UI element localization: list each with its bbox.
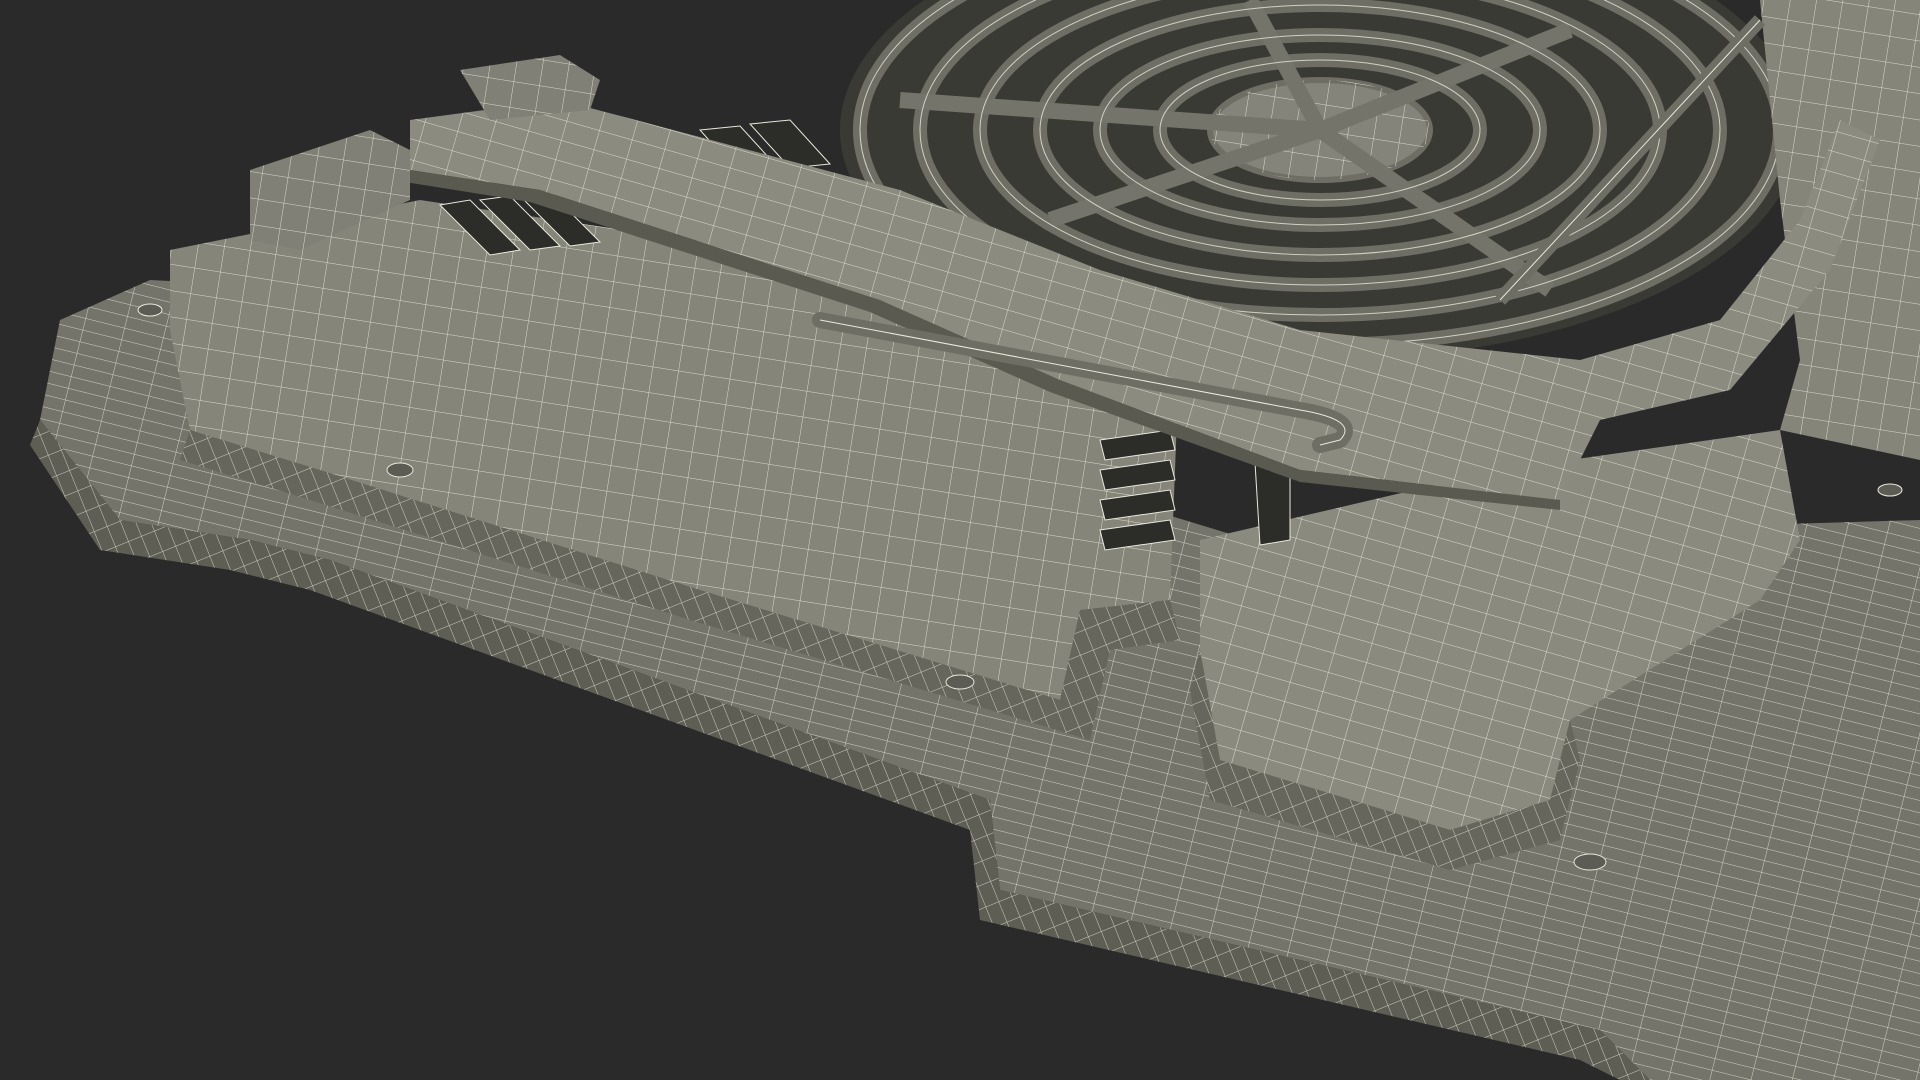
screw-hole [386, 462, 414, 478]
screw-hole [137, 303, 163, 317]
render-viewport [0, 0, 1920, 1080]
screw-hole [1877, 483, 1903, 497]
screw-hole [945, 674, 975, 690]
screw-hole [1573, 853, 1607, 871]
wireframe-render [30, 0, 1920, 1080]
